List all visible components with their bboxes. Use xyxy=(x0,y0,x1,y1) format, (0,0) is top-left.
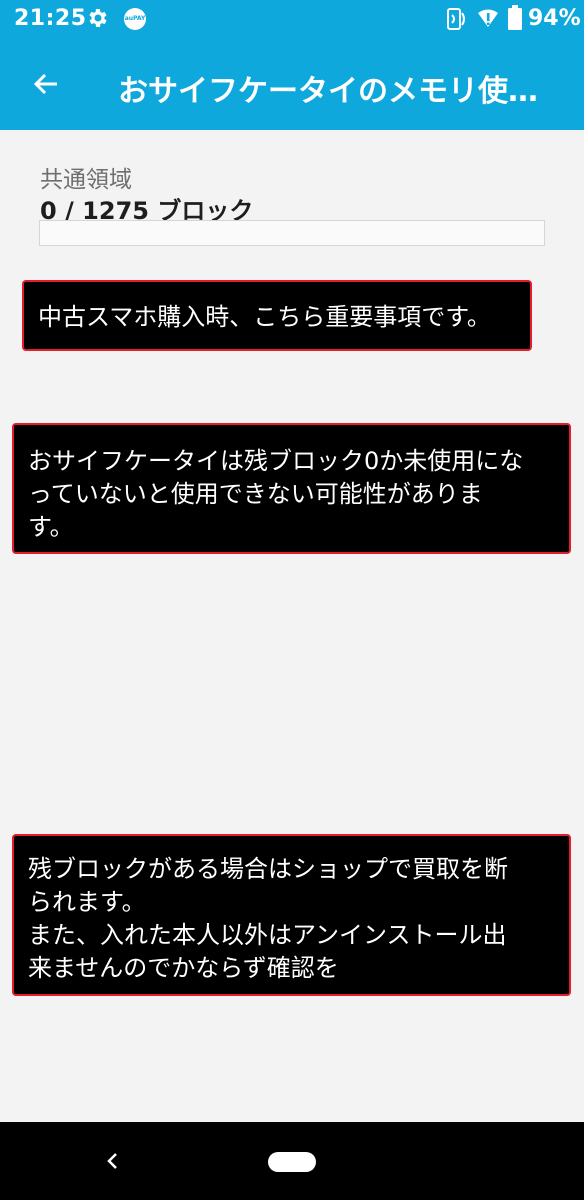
back-arrow-icon xyxy=(33,73,57,95)
app-header: 21:25 auPAY 94% おサイフケータイのメモリ使用状況 xyxy=(0,0,584,130)
overlay-note-buyback: 残ブロックがある場合はショップで買取を断 られます。 また、入れた本人以外はアン… xyxy=(12,834,571,996)
overlay-note-block-zero: おサイフケータイは残ブロック0か未使用にな っていないと使用できない可能性があり… xyxy=(12,423,571,554)
battery-icon xyxy=(508,5,522,30)
note-line: 来ませんのでかならず確認を xyxy=(28,954,339,982)
note-line: っていないと使用できない可能性がありま xyxy=(28,480,483,508)
status-bar: 21:25 auPAY 94% xyxy=(0,0,584,40)
note-line: られます。 xyxy=(28,888,146,916)
note-line: 中古スマホ購入時、こちら重要事項です。 xyxy=(38,303,491,331)
section-label-common-area: 共通領域 xyxy=(40,167,132,193)
memory-usage-bar xyxy=(39,220,545,246)
note-line: 残ブロックがある場合はショップで買取を断 xyxy=(28,855,508,883)
nav-home-pill[interactable] xyxy=(268,1152,316,1172)
system-navigation-bar xyxy=(0,1122,584,1200)
status-time: 21:25 xyxy=(14,6,87,31)
overlay-note-important: 中古スマホ購入時、こちら重要事項です。 xyxy=(22,280,532,351)
note-line: また、入れた本人以外はアンインストール出 xyxy=(28,921,507,949)
note-line: す。 xyxy=(28,513,74,541)
back-button[interactable] xyxy=(24,62,68,106)
gear-icon xyxy=(86,6,110,30)
signal-icon xyxy=(476,6,500,30)
screen: 21:25 auPAY 94% おサイフケータイのメモリ使用状況 共通領域 0 … xyxy=(0,0,584,1200)
nav-back-icon[interactable] xyxy=(98,1146,128,1176)
battery-percent: 94% xyxy=(528,6,581,31)
app-notification-icon: auPAY xyxy=(124,8,146,30)
page-title: おサイフケータイのメモリ使用状況 xyxy=(118,74,558,109)
note-line: おサイフケータイは残ブロック0か未使用にな xyxy=(28,447,524,475)
nfc-icon xyxy=(443,6,467,32)
